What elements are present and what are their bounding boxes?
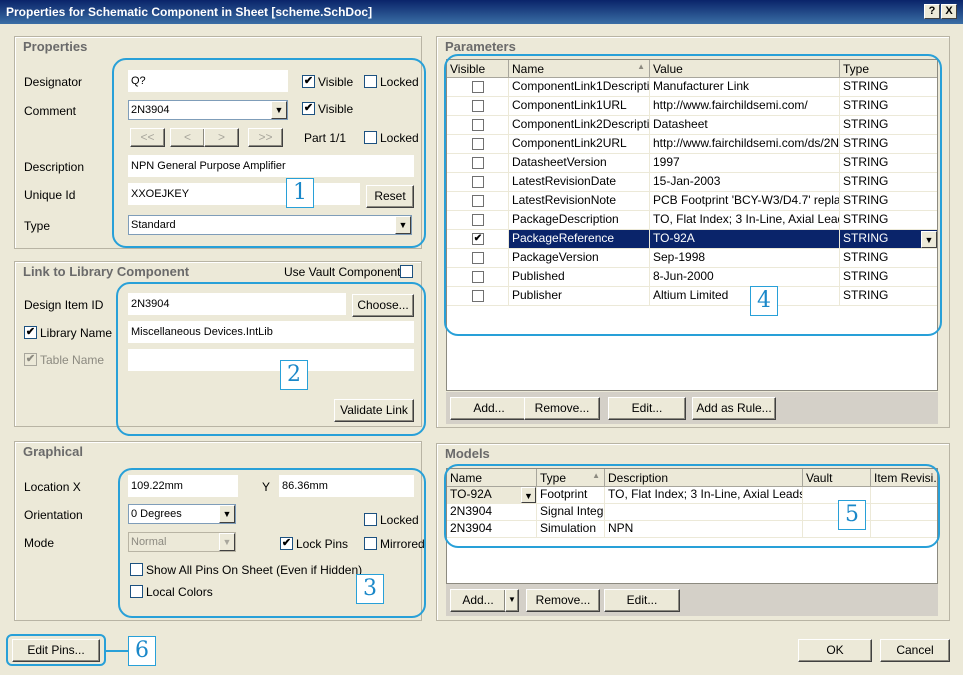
model-edit-button[interactable]: Edit... (604, 589, 680, 612)
location-x-label: Location X (24, 480, 81, 494)
callout-box-4 (444, 54, 942, 336)
use-vault-label: Use Vault Component (284, 265, 401, 279)
chevron-down-icon: ▼ (508, 595, 516, 604)
library-name-label: Library Name (40, 326, 113, 340)
models-button-bar (446, 584, 938, 616)
cancel-button[interactable]: Cancel (880, 639, 950, 662)
graphical-title: Graphical (23, 444, 83, 459)
model-remove-button[interactable]: Remove... (526, 589, 600, 612)
unique-id-label: Unique Id (24, 188, 76, 202)
callout-number-4: 4 (750, 286, 778, 316)
param-remove-button[interactable]: Remove... (524, 397, 600, 420)
type-label: Type (24, 219, 51, 233)
callout-box-1 (112, 58, 426, 248)
use-vault-checkbox[interactable] (400, 265, 413, 278)
parameters-title: Parameters (445, 39, 516, 54)
callout-connector-6 (106, 650, 128, 652)
properties-dialog: Properties for Schematic Component in Sh… (0, 0, 963, 675)
callout-box-2 (116, 282, 426, 436)
model-add-dropdown[interactable]: ▼ (505, 589, 519, 612)
callout-number-1: 1 (286, 178, 314, 208)
param-edit-button[interactable]: Edit... (608, 397, 686, 420)
design-item-label: Design Item ID (24, 298, 104, 312)
mode-label: Mode (24, 536, 55, 550)
comment-label: Comment (24, 104, 77, 118)
close-button[interactable]: X (941, 4, 957, 19)
table-name-label: Table Name (40, 353, 105, 367)
ok-button[interactable]: OK (798, 639, 872, 662)
callout-number-6: 6 (128, 636, 156, 666)
window-title: Properties for Schematic Component in Sh… (6, 5, 373, 19)
description-label: Description (24, 160, 85, 174)
callout-number-2: 2 (280, 360, 308, 390)
designator-label: Designator (24, 75, 83, 89)
add-as-rule-button[interactable]: Add as Rule... (692, 397, 776, 420)
callout-number-3: 3 (356, 574, 384, 604)
table-name-checkbox[interactable]: ✔ (24, 353, 37, 366)
models-title: Models (445, 446, 490, 461)
callout-box-6 (6, 634, 106, 666)
param-add-button[interactable]: Add... (450, 397, 528, 420)
library-title: Link to Library Component (23, 264, 190, 279)
callout-number-5: 5 (838, 500, 866, 530)
properties-title: Properties (23, 39, 88, 54)
model-add-button[interactable]: Add... (450, 589, 506, 612)
orientation-label: Orientation (24, 508, 83, 522)
library-name-checkbox[interactable]: ✔ (24, 326, 37, 339)
help-button[interactable]: ? (924, 4, 940, 19)
title-bar: Properties for Schematic Component in Sh… (0, 0, 963, 24)
